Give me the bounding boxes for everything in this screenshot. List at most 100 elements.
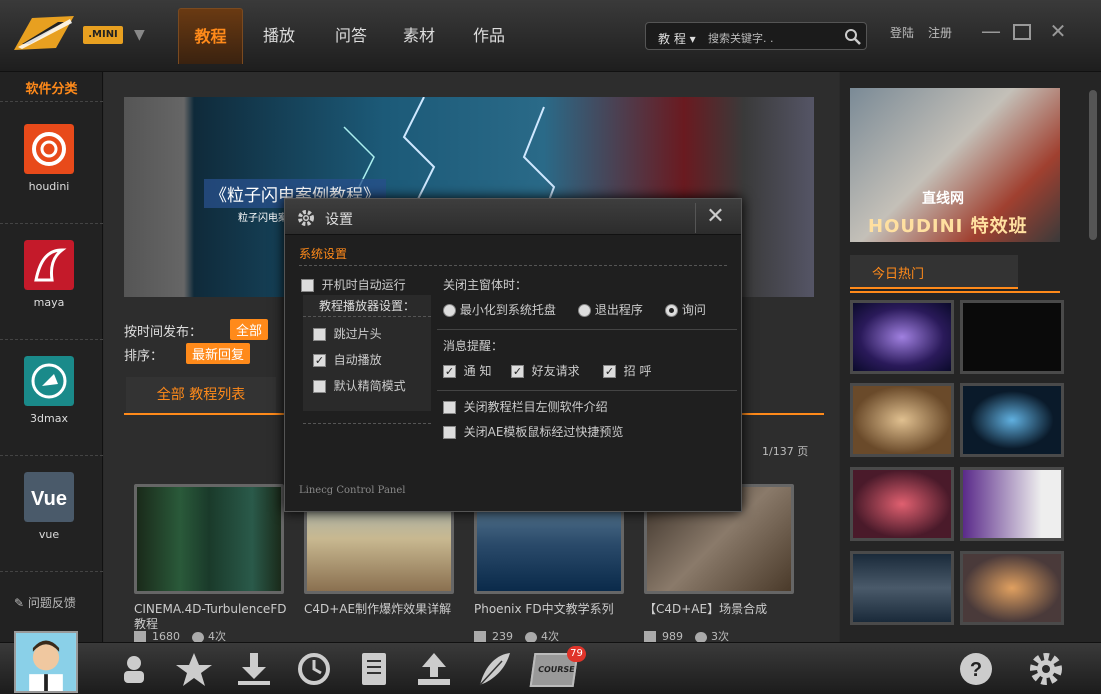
search-input[interactable]: 搜索关键字. . [708, 30, 774, 46]
checkbox-checked[interactable]: ✓ [313, 354, 326, 367]
minimize-tray-option[interactable]: 最小化到系统托盘 [443, 301, 556, 318]
sidebar-item-label: 3dmax [0, 412, 98, 425]
section-title: 系统设置 [299, 245, 347, 262]
sidebar-item-vue[interactable]: Vue vue [0, 460, 103, 572]
download-icon[interactable] [234, 649, 274, 689]
tab-materials[interactable]: 素材 [390, 8, 448, 64]
software-sidebar: 软件分类 houdini maya 3dmax Vue vue ✎ 问题反馈 [0, 72, 103, 642]
card-title[interactable]: C4D+AE制作爆炸效果详解 [304, 602, 464, 617]
hot-thumbnail[interactable] [960, 300, 1064, 374]
tab-qa[interactable]: 问答 [322, 8, 380, 64]
mini-badge[interactable]: .MINI [83, 26, 123, 44]
sort-label: 排序： [124, 345, 163, 364]
card-title[interactable]: Phoenix FD中文教学系列 [474, 602, 634, 617]
radio[interactable] [443, 304, 456, 317]
maximize-icon[interactable] [1013, 24, 1031, 40]
dialog-close-button[interactable]: ✕ [695, 203, 735, 233]
ask-option[interactable]: 询问 [665, 301, 706, 318]
group-title: 教程播放器设置： [303, 295, 431, 317]
user-avatar[interactable] [14, 631, 78, 693]
sidebar-item-label: vue [0, 528, 98, 541]
autostart-option[interactable]: 开机时自动运行 [301, 276, 406, 293]
checkbox[interactable] [313, 380, 326, 393]
option-label: 开机时自动运行 [322, 278, 406, 292]
skip-intro-option[interactable]: 跳过片头 [313, 325, 382, 342]
publish-filter-all[interactable]: 全部 [230, 319, 268, 340]
login-link[interactable]: 登陆 [890, 24, 914, 41]
tab-works[interactable]: 作品 [460, 8, 518, 64]
comment-icon [695, 632, 707, 643]
message-title: 消息提醒： [443, 337, 503, 354]
sidebar-item-maya[interactable]: maya [0, 228, 103, 340]
simple-mode-option[interactable]: 默认精简模式 [313, 377, 406, 394]
option-label: 关闭AE模板鼠标经过快捷预览 [464, 425, 624, 439]
sidebar-item-3dmax[interactable]: 3dmax [0, 344, 103, 456]
user-icon[interactable] [114, 649, 154, 689]
svg-text:?: ? [970, 659, 982, 681]
dialog-footer: Linecg Control Panel [299, 485, 405, 496]
gear-icon [297, 209, 315, 227]
feedback-link[interactable]: ✎ 问题反馈 [14, 594, 76, 611]
minimize-icon[interactable]: — [980, 20, 1002, 42]
radio-selected[interactable] [665, 304, 678, 317]
checkbox[interactable] [313, 328, 326, 341]
notify-option[interactable]: ✓ 通 知 [443, 362, 491, 379]
hide-software-intro-option[interactable]: 关闭教程栏目左侧软件介绍 [443, 398, 608, 415]
search-box: 教 程 ▾ 搜索关键字. . [645, 22, 867, 50]
hot-thumbnail[interactable] [850, 383, 954, 457]
sidebar-item-houdini[interactable]: houdini [0, 112, 103, 224]
dialog-header[interactable]: 设置 ✕ [285, 199, 741, 235]
checkbox-checked[interactable]: ✓ [603, 365, 616, 378]
hot-thumbnail[interactable] [960, 467, 1064, 541]
tab-today-hot[interactable]: 今日热门 [850, 255, 1018, 289]
settings-icon[interactable] [1026, 649, 1066, 689]
close-icon[interactable]: ✕ [1047, 20, 1069, 42]
top-bar: .MINI ▼ 教程 播放 问答 素材 作品 教 程 ▾ 搜索关键字. . 登陆… [0, 0, 1101, 72]
card-title[interactable]: 【C4D+AE】场景合成 [644, 602, 804, 617]
exit-option[interactable]: 退出程序 [578, 301, 643, 318]
autoplay-option[interactable]: ✓ 自动播放 [313, 351, 382, 368]
divider [437, 390, 737, 391]
linecg-logo-icon[interactable] [12, 14, 76, 52]
register-link[interactable]: 注册 [928, 24, 952, 41]
star-icon[interactable] [174, 649, 214, 689]
card-thumbnail[interactable] [134, 484, 284, 594]
help-icon[interactable]: ? [956, 649, 996, 689]
disable-ae-preview-option[interactable]: 关闭AE模板鼠标经过快捷预览 [443, 423, 623, 440]
greeting-option[interactable]: ✓ 招 呼 [603, 362, 651, 379]
promo-banner[interactable]: 直线网 HOUDINI 特效班 [850, 88, 1060, 242]
comment-icon [525, 632, 537, 643]
checkbox-checked[interactable]: ✓ [511, 365, 524, 378]
friend-request-option[interactable]: ✓ 好友请求 [511, 362, 580, 379]
edit-icon: ✎ [14, 596, 24, 610]
settings-dialog: 设置 ✕ 系统设置 开机时自动运行 教程播放器设置： 跳过片头 ✓ 自动播放 默… [284, 198, 742, 512]
promo-brand: 直线网 [922, 188, 964, 208]
tab-all-tutorials[interactable]: 全部 教程列表 [126, 377, 276, 413]
tab-playback[interactable]: 播放 [250, 8, 308, 64]
upload-icon[interactable] [414, 649, 454, 689]
search-scope-select[interactable]: 教 程 ▾ [658, 30, 696, 47]
vue-icon: Vue [24, 472, 74, 522]
tab-tutorials[interactable]: 教程 [178, 8, 243, 64]
feather-icon[interactable] [474, 649, 514, 689]
hot-thumbnail[interactable] [850, 551, 954, 625]
hot-thumbnail[interactable] [960, 551, 1064, 625]
radio[interactable] [578, 304, 591, 317]
checkbox[interactable] [443, 401, 456, 414]
sidebar-item-label: maya [0, 296, 98, 309]
checkbox[interactable] [443, 426, 456, 439]
hot-thumbnail[interactable] [850, 300, 954, 374]
hot-thumbnail[interactable] [850, 467, 954, 541]
scrollbar[interactable] [1089, 90, 1097, 240]
hot-thumbnail[interactable] [960, 383, 1064, 457]
history-icon[interactable] [294, 649, 334, 689]
search-icon[interactable] [844, 28, 862, 46]
notebook-icon[interactable] [354, 649, 394, 689]
sort-latest-reply[interactable]: 最新回复 [186, 343, 250, 364]
maya-icon [24, 240, 74, 290]
checkbox-checked[interactable]: ✓ [443, 365, 456, 378]
option-label: 通 知 [464, 364, 492, 378]
chevron-down-icon[interactable]: ▼ [134, 27, 145, 43]
checkbox[interactable] [301, 279, 314, 292]
option-label: 退出程序 [595, 303, 643, 317]
